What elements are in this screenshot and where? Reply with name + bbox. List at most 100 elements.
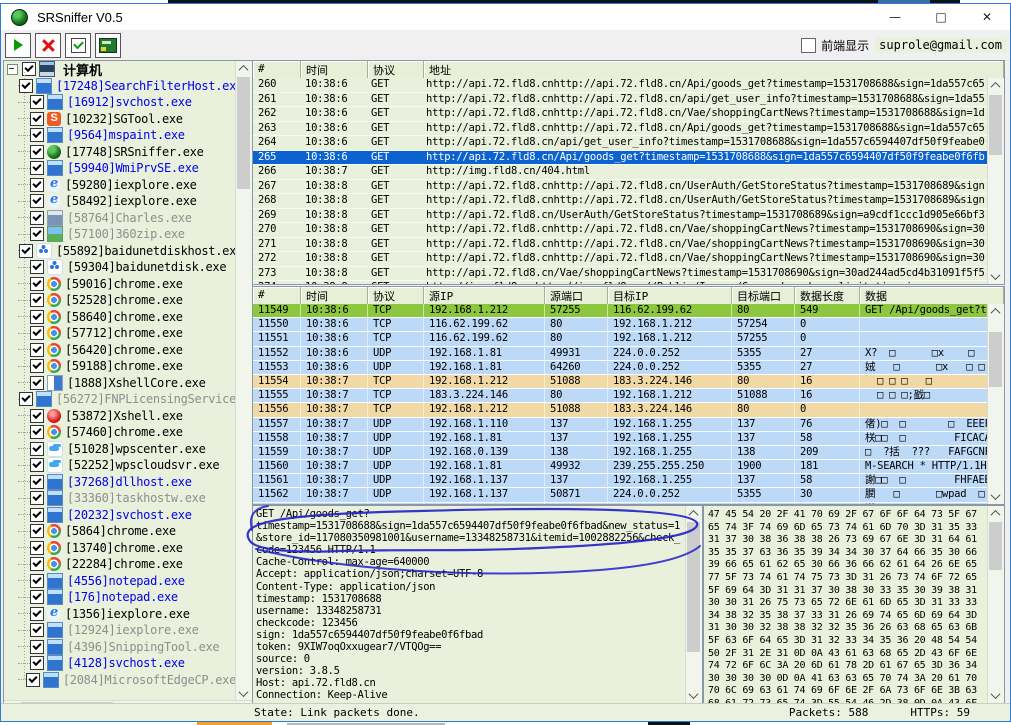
packet-row[interactable]: 1155310:38:6UDP192.168.1.8164260224.0.0.… [253, 361, 988, 375]
process-checkbox[interactable] [30, 607, 44, 621]
tree-item[interactable]: [56272]FNPLicensingService [4, 391, 236, 408]
scroll-up-arrow-icon[interactable] [686, 506, 701, 521]
tree-root-computer[interactable]: 计算机 [4, 61, 236, 78]
process-checkbox[interactable] [30, 640, 44, 654]
maximize-button[interactable]: □ [918, 4, 964, 30]
tree-item[interactable]: [59188]chrome.exe [4, 358, 236, 375]
http-request-row[interactable]: 26310:38:6GEThttp://api.72.fld8.cnhttp:/… [253, 122, 988, 137]
process-checkbox[interactable] [30, 508, 44, 522]
tree-item[interactable]: [1356]iexplore.exe [4, 606, 236, 623]
process-checkbox[interactable] [30, 359, 44, 373]
http-request-row[interactable]: 26810:38:8GEThttp://api.72.fld8.cnhttp:/… [253, 194, 988, 209]
process-checkbox[interactable] [30, 376, 44, 390]
tree-item[interactable]: [57100]360zip.exe [4, 226, 236, 243]
packet-col-length[interactable]: 数据长度 [795, 287, 860, 304]
hex-scroll-thumb[interactable] [989, 522, 1002, 570]
tree-item[interactable]: [52252]wpscloudsvr.exe [4, 457, 236, 474]
process-checkbox[interactable] [30, 343, 44, 357]
tree-item[interactable]: [37268]dllhost.exe [4, 474, 236, 491]
tree-item[interactable]: [13740]chrome.exe [4, 540, 236, 557]
process-checkbox[interactable] [30, 95, 44, 109]
http-vertical-scrollbar[interactable] [987, 78, 1004, 284]
tree-item[interactable]: [176]notepad.exe [4, 589, 236, 606]
request-detail-text[interactable]: GET /Api/goods_get?timestamp=1531708688&… [256, 508, 686, 703]
process-checkbox[interactable] [30, 541, 44, 555]
tree-item[interactable]: [16912]svchost.exe [4, 94, 236, 111]
packet-col-dst-port[interactable]: 目标端口 [732, 287, 795, 304]
http-request-row[interactable]: 26210:38:6GEThttp://api.72.fld8.cnhttp:/… [253, 107, 988, 122]
detail-vertical-scrollbar[interactable] [685, 506, 702, 703]
packet-row[interactable]: 1156010:38:7UDP192.168.1.8149932239.255.… [253, 460, 988, 474]
tree-item[interactable]: [53872]Xshell.exe [4, 408, 236, 425]
packet-vertical-scrollbar[interactable] [987, 304, 1004, 504]
packet-row[interactable]: 1155910:38:7UDP192.168.0.139138192.168.1… [253, 446, 988, 460]
tree-item[interactable]: [12924]iexplore.exe [4, 622, 236, 639]
scroll-down-arrow-icon[interactable] [988, 489, 1003, 504]
http-col-index[interactable]: # [253, 61, 301, 78]
http-request-row[interactable]: 26110:38:6GEThttp://api.72.fld8.cnhttp:/… [253, 93, 988, 108]
tree-item[interactable]: [5864]chrome.exe [4, 523, 236, 540]
scroll-up-arrow-icon[interactable] [988, 304, 1003, 319]
tree-item[interactable]: [58764]Charles.exe [4, 210, 236, 227]
tree-scroll-thumb[interactable] [237, 77, 250, 189]
scroll-down-arrow-icon[interactable] [988, 269, 1003, 284]
minimize-button[interactable]: — [872, 4, 918, 30]
detail-scroll-thumb[interactable] [687, 522, 700, 652]
http-col-protocol[interactable]: 协议 [368, 61, 424, 78]
tree-item[interactable]: [56420]chrome.exe [4, 342, 236, 359]
process-checkbox[interactable] [26, 673, 40, 687]
process-checkbox[interactable] [30, 574, 44, 588]
http-request-row[interactable]: 26410:38:6GEThttp://api.72.fld8.cn/api/g… [253, 136, 988, 151]
packet-row[interactable]: 1155210:38:6UDP192.168.1.8149931224.0.0.… [253, 347, 988, 361]
process-checkbox[interactable] [19, 392, 33, 406]
hex-dump-text[interactable]: 47 45 54 20 2F 41 70 69 2F 67 6F 6F 64 7… [708, 509, 988, 703]
packet-row[interactable]: 1155710:38:7UDP192.168.1.110137192.168.1… [253, 418, 988, 432]
http-request-row[interactable]: 26610:38:7GEThttp://img.fld8.cn/404.html [253, 165, 988, 180]
packet-row[interactable]: 1155810:38:7UDP192.168.1.81137192.168.1.… [253, 432, 988, 446]
http-col-time[interactable]: 时间 [301, 61, 368, 78]
http-request-row[interactable]: 27410:38:8GEThttp://img.fld8.cnhttp://im… [253, 281, 988, 284]
stop-capture-button[interactable] [35, 33, 61, 58]
process-checkbox[interactable] [30, 277, 44, 291]
tree-item[interactable]: [17248]SearchFilterHost.ex [4, 78, 236, 95]
packet-row[interactable]: 1156110:38:7UDP192.168.1.137137192.168.1… [253, 474, 988, 488]
front-display-checkbox[interactable] [801, 38, 816, 53]
tree-item[interactable]: [1888]XshellCore.exe [4, 375, 236, 392]
process-checkbox[interactable] [19, 244, 33, 258]
http-request-row[interactable]: 27010:38:8GEThttp://api.72.fld8.cnhttp:/… [253, 223, 988, 238]
process-checkbox[interactable] [30, 458, 44, 472]
http-request-row[interactable]: 26710:38:8GEThttp://api.72.fld8.cnhttp:/… [253, 180, 988, 195]
packet-row[interactable]: 1156210:38:7UDP192.168.1.13750871224.0.0… [253, 488, 988, 502]
adapter-button[interactable] [95, 33, 121, 58]
tree-item[interactable]: [52528]chrome.exe [4, 292, 236, 309]
process-checkbox[interactable] [30, 475, 44, 489]
tree-item[interactable]: [57460]chrome.exe [4, 424, 236, 441]
start-capture-button[interactable] [5, 33, 31, 58]
process-checkbox[interactable] [30, 590, 44, 604]
process-checkbox[interactable] [30, 557, 44, 571]
scroll-down-arrow-icon[interactable] [988, 688, 1003, 703]
scroll-up-arrow-icon[interactable] [988, 506, 1003, 521]
tree-item[interactable]: [55892]baidunetdiskhost.ex [4, 243, 236, 260]
tree-vertical-scrollbar[interactable] [235, 61, 252, 701]
process-checkbox[interactable] [30, 260, 44, 274]
select-options-button[interactable] [65, 33, 91, 58]
packet-col-data[interactable]: 数据 [860, 287, 1004, 304]
packet-row[interactable]: 1156310:38:7UDP192.168.1.13752619224.0.0… [253, 503, 988, 504]
tree-item[interactable]: [4396]SnippingTool.exe [4, 639, 236, 656]
hex-vertical-scrollbar[interactable] [987, 506, 1004, 703]
http-request-row[interactable]: 27110:38:8GEThttp://api.72.fld8.cnhttp:/… [253, 238, 988, 253]
tree-item[interactable]: [20232]svchost.exe [4, 507, 236, 524]
tree-item[interactable]: [58640]chrome.exe [4, 309, 236, 326]
packet-scroll-thumb[interactable] [989, 332, 1002, 387]
process-checkbox[interactable] [30, 145, 44, 159]
process-checkbox[interactable] [30, 227, 44, 241]
process-checkbox[interactable] [30, 112, 44, 126]
packet-row[interactable]: 1155510:38:7TCP183.3.224.14680192.168.1.… [253, 389, 988, 403]
process-checkbox[interactable] [30, 656, 44, 670]
tree-item[interactable]: [59280]iexplore.exe [4, 177, 236, 194]
packet-row[interactable]: 1155110:38:6TCP116.62.199.6280192.168.1.… [253, 332, 988, 346]
tree-item[interactable]: [58492]iexplore.exe [4, 193, 236, 210]
tree-item[interactable]: [57712]chrome.exe [4, 325, 236, 342]
process-checkbox[interactable] [30, 409, 44, 423]
